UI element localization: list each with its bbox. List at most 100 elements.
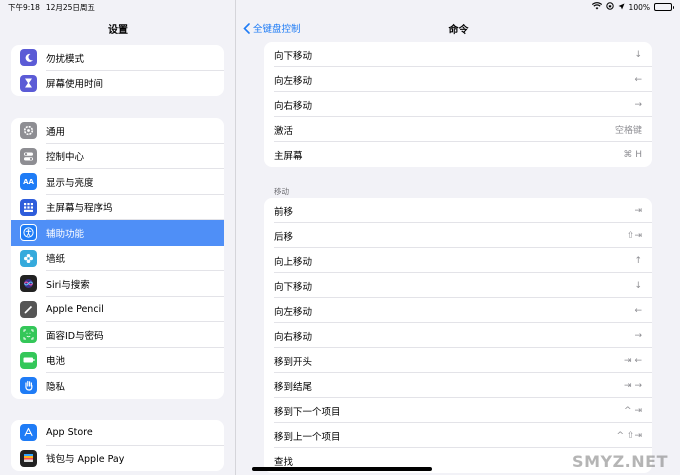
- status-bar: 下午9:18 12月25日周五 100%: [0, 0, 680, 14]
- sidebar-item-label: 控制中心: [46, 152, 85, 164]
- command-label: 移到下一个项目: [274, 406, 341, 418]
- shortcut-key: ^ ⇧⇥: [616, 430, 642, 441]
- command-row[interactable]: 激活 空格键: [264, 117, 652, 142]
- siri-icon: [20, 275, 37, 293]
- main-pane: 全键盘控制 命令 向下移动 ↓ 向左移动 ← 向右移动 → 激活 空格键 主屏幕…: [237, 0, 680, 475]
- sidebar-item-label: 钱包与 Apple Pay: [46, 454, 125, 466]
- sidebar-item-label: 电池: [46, 356, 66, 368]
- wifi-icon: [591, 2, 602, 12]
- page-title: 命令: [448, 25, 469, 36]
- command-label: 移到上一个项目: [274, 431, 341, 443]
- lock-rotation-icon: [605, 2, 614, 12]
- grid-icon: [20, 198, 37, 216]
- command-label: 向右移动: [274, 331, 313, 343]
- shortcut-key: ^ ⇥: [624, 405, 642, 416]
- faceid-icon: [20, 326, 37, 344]
- shortcut-key: ⇧⇥: [626, 230, 642, 241]
- sidebar-item-appstore[interactable]: App Store: [11, 420, 224, 446]
- command-row[interactable]: 后移 ⇧⇥: [264, 223, 652, 248]
- command-label: 向下移动: [274, 281, 313, 293]
- nav-bar: 全键盘控制 命令: [237, 14, 680, 42]
- commands-card-top: 向下移动 ↓ 向左移动 ← 向右移动 → 激活 空格键 主屏幕 ⌘ H: [264, 42, 652, 167]
- shortcut-key: ←: [634, 74, 642, 85]
- command-row[interactable]: 向下移动 ↓: [264, 42, 652, 67]
- shortcut-key: ←: [634, 305, 642, 316]
- sidebar-item-label: 勿扰模式: [46, 53, 85, 65]
- sidebar-item-general[interactable]: 通用: [11, 118, 224, 144]
- sidebar-item-battery[interactable]: 电池: [11, 348, 224, 373]
- command-row[interactable]: 移到开头 ⇥ ←: [264, 348, 652, 373]
- accessibility-icon: [20, 224, 37, 242]
- sidebar: 设置 勿扰模式 屏幕使用时间 通用 控制中心 AA 显示与亮度 主屏幕与程序坞 …: [0, 0, 236, 475]
- hourglass-icon: [20, 74, 37, 92]
- sidebar-item-wallpaper[interactable]: 墙纸: [11, 246, 224, 271]
- command-row[interactable]: 移到上一个项目 ^ ⇧⇥: [264, 423, 652, 448]
- command-label: 主屏幕: [274, 150, 303, 162]
- section-header-move: 移动: [274, 187, 289, 196]
- battery-icon: [20, 351, 37, 369]
- sidebar-item-accessibility[interactable]: 辅助功能: [11, 220, 224, 246]
- moon-icon: [20, 49, 37, 67]
- command-row[interactable]: 移到下一个项目 ^ ⇥: [264, 398, 652, 423]
- command-row[interactable]: 向左移动 ←: [264, 298, 652, 323]
- home-indicator[interactable]: [252, 467, 432, 471]
- sidebar-item-pencil[interactable]: Apple Pencil: [11, 297, 224, 322]
- sidebar-item-dnd[interactable]: 勿扰模式: [11, 45, 224, 71]
- sidebar-item-label: 显示与亮度: [46, 177, 94, 189]
- command-row[interactable]: 前移 ⇥: [264, 198, 652, 223]
- command-label: 移到开头: [274, 356, 313, 368]
- sidebar-item-faceid[interactable]: 面容ID与密码: [11, 322, 224, 348]
- sidebar-item-wallet[interactable]: 钱包与 Apple Pay: [11, 446, 224, 472]
- sidebar-item-screentime[interactable]: 屏幕使用时间: [11, 71, 224, 97]
- sidebar-item-homescreen[interactable]: 主屏幕与程序坞: [11, 195, 224, 220]
- shortcut-key: ↓: [634, 280, 642, 291]
- sidebar-group-store: App Store 钱包与 Apple Pay: [11, 420, 224, 471]
- sidebar-item-label: 墙纸: [46, 254, 66, 266]
- shortcut-key: ↓: [634, 49, 642, 60]
- appstore-icon: [20, 424, 37, 442]
- command-label: 向右移动: [274, 100, 313, 112]
- command-label: 向上移动: [274, 256, 313, 268]
- shortcut-key: ↑: [634, 255, 642, 266]
- commands-card-move: 前移 ⇥ 后移 ⇧⇥ 向上移动 ↑ 向下移动 ↓ 向左移动 ← 向右移动 → 移…: [264, 198, 652, 473]
- sidebar-item-label: 隐私: [46, 381, 66, 393]
- shortcut-key: ⌘ H: [623, 149, 642, 160]
- command-row[interactable]: 向右移动 →: [264, 323, 652, 348]
- sidebar-item-label: 面容ID与密码: [46, 330, 104, 342]
- sidebar-group-focus: 勿扰模式 屏幕使用时间: [11, 45, 224, 96]
- command-label: 向左移动: [274, 75, 313, 87]
- command-label: 前移: [274, 206, 294, 218]
- sidebar-item-label: Apple Pencil: [46, 303, 104, 315]
- command-row[interactable]: 向下移动 ↓: [264, 273, 652, 298]
- command-label: 向左移动: [274, 306, 313, 318]
- status-time: 下午9:18: [8, 2, 40, 12]
- command-row[interactable]: 向左移动 ←: [264, 67, 652, 92]
- wallet-icon: [20, 449, 37, 467]
- sidebar-item-display[interactable]: AA 显示与亮度: [11, 169, 224, 195]
- shortcut-key: 空格键: [614, 126, 642, 136]
- location-icon: [618, 3, 625, 12]
- sidebar-item-label: 辅助功能: [46, 228, 85, 240]
- hand-icon: [20, 377, 37, 395]
- battery-icon: [654, 3, 674, 11]
- flower-icon: [20, 249, 37, 267]
- sidebar-item-privacy[interactable]: 隐私: [11, 373, 224, 399]
- status-date: 12月25日周五: [45, 2, 95, 12]
- command-label: 激活: [274, 125, 294, 137]
- command-row[interactable]: 移到结尾 ⇥ →: [264, 373, 652, 398]
- shortcut-key: ⇥ →: [624, 380, 642, 391]
- sidebar-item-control-center[interactable]: 控制中心: [11, 144, 224, 169]
- watermark: SMYZ.NET: [572, 452, 668, 471]
- command-row[interactable]: 向上移动 ↑: [264, 248, 652, 273]
- sidebar-group-system: 通用 控制中心 AA 显示与亮度 主屏幕与程序坞 辅助功能 墙纸 Siri与搜索…: [11, 118, 224, 399]
- sidebar-item-label: 主屏幕与程序坞: [46, 203, 113, 215]
- shortcut-key: →: [634, 330, 642, 341]
- sidebar-item-siri[interactable]: Siri与搜索: [11, 271, 224, 297]
- sidebar-item-label: App Store: [46, 427, 93, 439]
- shortcut-key: →: [634, 99, 642, 110]
- shortcut-key: ⇥ ←: [624, 355, 642, 366]
- command-row[interactable]: 主屏幕 ⌘ H: [264, 142, 652, 167]
- command-label: 向下移动: [274, 50, 313, 62]
- gear-icon: [20, 122, 37, 140]
- command-row[interactable]: 向右移动 →: [264, 92, 652, 117]
